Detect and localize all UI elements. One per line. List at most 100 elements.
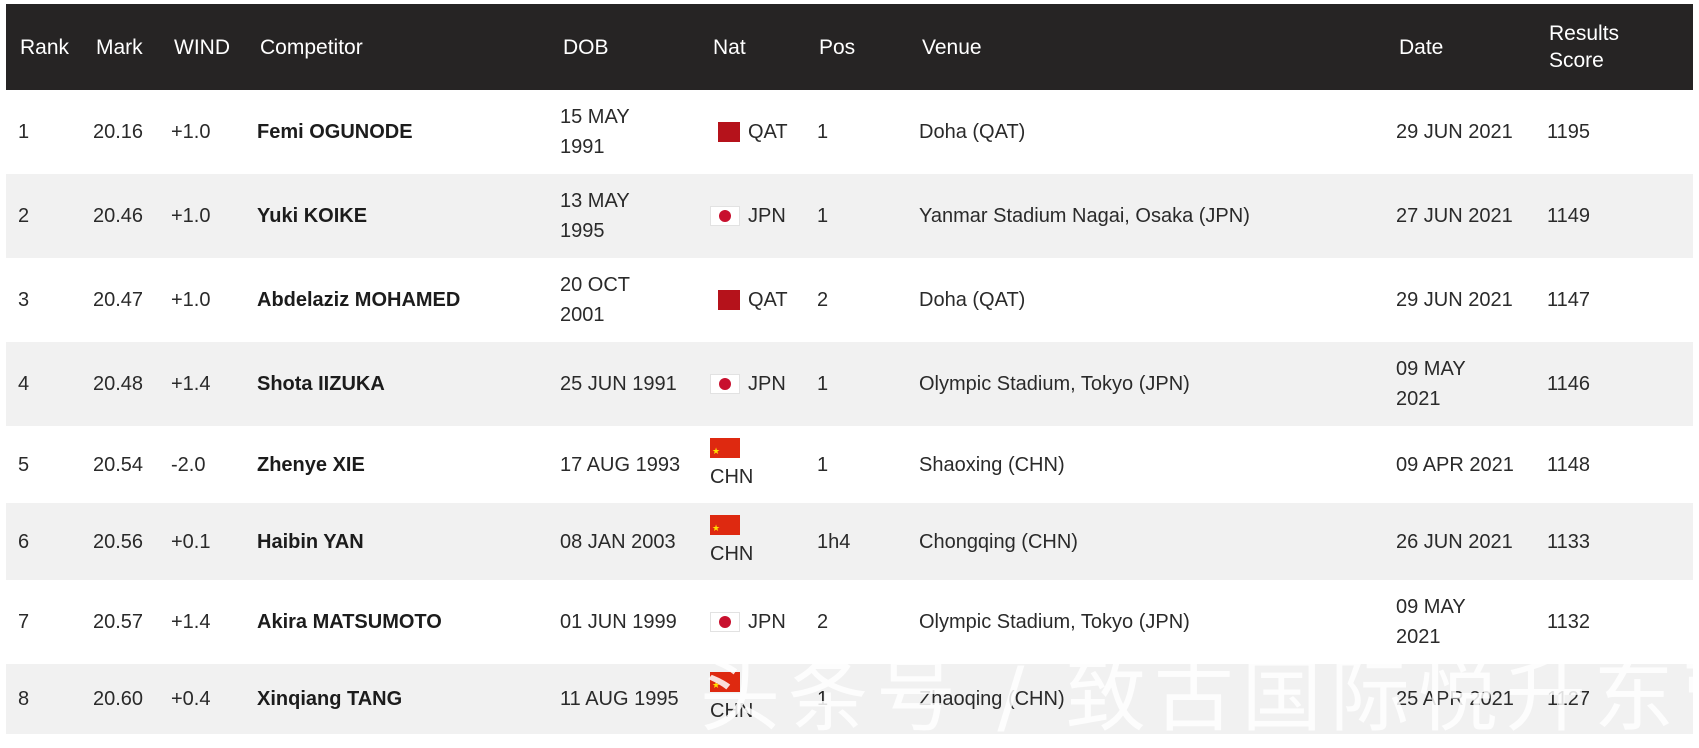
score-cell: 1195 xyxy=(1547,90,1590,174)
dob-line1: 20 OCT xyxy=(560,274,631,296)
header-pos-label: Pos xyxy=(819,35,856,59)
venue-cell: Doha (QAT) xyxy=(919,90,1025,174)
dob-cell: 13 MAY 1995 xyxy=(560,174,630,258)
pos-value: 1 xyxy=(817,373,829,395)
nat-cell: JPN xyxy=(710,174,786,258)
score-cell: 1127 xyxy=(1547,664,1590,734)
score-value: 1195 xyxy=(1547,121,1591,143)
mark-cell: 20.56 xyxy=(93,503,143,580)
header-nat[interactable]: Nat xyxy=(713,4,746,90)
venue-value: Olympic Stadium, Tokyo (JPN) xyxy=(919,611,1190,633)
pos-value: 1 xyxy=(817,688,829,710)
pos-cell: 1h4 xyxy=(817,503,850,580)
competitor-cell[interactable]: Shota IIZUKA xyxy=(257,342,385,426)
date-line1: 09 MAY xyxy=(1396,596,1466,618)
score-value: 1132 xyxy=(1547,611,1591,633)
header-results-score[interactable]: Results Score xyxy=(1549,4,1619,90)
header-competitor[interactable]: Competitor xyxy=(260,4,363,90)
date-value: 29 JUN 2021 xyxy=(1396,121,1513,143)
rank-cell: 4 xyxy=(18,342,29,426)
score-value: 1133 xyxy=(1547,530,1591,553)
competitor-name: Akira MATSUMOTO xyxy=(257,611,442,633)
table-body: 1 20.16 +1.0 Femi OGUNODE 15 MAY 1991 QAT 1 Doha… xyxy=(6,90,1693,734)
table-header: Rank Mark WIND Competitor DOB Nat Pos Ve… xyxy=(6,4,1693,90)
header-wind[interactable]: WIND xyxy=(174,4,230,90)
score-value: 1146 xyxy=(1547,373,1591,395)
score-cell: 1149 xyxy=(1547,174,1590,258)
chn-flag-icon xyxy=(710,436,740,466)
competitor-name: Haibin YAN xyxy=(257,530,364,553)
rank-cell: 5 xyxy=(18,426,29,503)
header-rank-label: Rank xyxy=(20,35,70,59)
wind-value: -2.0 xyxy=(171,453,206,476)
dob-cell: 25 JUN 1991 xyxy=(560,342,677,426)
nat-code: JPN xyxy=(748,373,786,395)
venue-cell: Yanmar Stadium Nagai, Osaka (JPN) xyxy=(919,174,1250,258)
pos-value: 1 xyxy=(817,205,829,227)
date-line1: 09 MAY xyxy=(1396,358,1466,380)
competitor-cell[interactable]: Yuki KOIKE xyxy=(257,174,367,258)
dob-line2: 2001 xyxy=(560,304,605,326)
table-row[interactable]: 7 20.57 +1.4 Akira MATSUMOTO 01 JUN 1999 JPN 2… xyxy=(6,580,1693,664)
competitor-cell[interactable]: Femi OGUNODE xyxy=(257,90,413,174)
competitor-cell[interactable]: Xinqiang TANG xyxy=(257,664,402,734)
wind-cell: -2.0 xyxy=(171,426,205,503)
competitor-name: Zhenye XIE xyxy=(257,453,365,476)
wind-value: +1.0 xyxy=(171,121,211,143)
venue-value: Shaoxing (CHN) xyxy=(919,453,1065,476)
wind-value: +0.1 xyxy=(171,530,211,553)
pos-value: 2 xyxy=(817,611,829,633)
venue-value: Doha (QAT) xyxy=(919,121,1026,143)
dob-line2: 1995 xyxy=(560,220,605,242)
dob-value: 01 JUN 1999 xyxy=(560,611,677,633)
rank-value: 5 xyxy=(18,453,30,476)
wind-cell: +1.0 xyxy=(171,174,210,258)
competitor-cell[interactable]: Haibin YAN xyxy=(257,503,364,580)
header-mark[interactable]: Mark xyxy=(96,4,143,90)
venue-cell: Olympic Stadium, Tokyo (JPN) xyxy=(919,580,1190,664)
rank-cell: 3 xyxy=(18,258,29,342)
dob-value: 25 JUN 1991 xyxy=(560,373,677,395)
dob-line2: 1991 xyxy=(560,136,605,158)
dob-cell: 15 MAY 1991 xyxy=(560,90,630,174)
date-line2: 2021 xyxy=(1396,626,1441,648)
pos-cell: 1 xyxy=(817,426,828,503)
qat-flag-icon xyxy=(710,290,740,310)
competitor-cell[interactable]: Abdelaziz MOHAMED xyxy=(257,258,460,342)
mark-cell: 20.48 xyxy=(93,342,143,426)
table-row[interactable]: 6 20.56 +0.1 Haibin YAN 08 JAN 2003 CHN 1h4 Cho… xyxy=(6,503,1693,580)
pos-cell: 1 xyxy=(817,342,828,426)
header-rank[interactable]: Rank xyxy=(20,4,69,90)
mark-cell: 20.54 xyxy=(93,426,143,503)
chn-flag-icon xyxy=(710,670,740,700)
venue-value: Zhaoqing (CHN) xyxy=(919,688,1065,710)
table-row[interactable]: 1 20.16 +1.0 Femi OGUNODE 15 MAY 1991 QAT 1 Doha… xyxy=(6,90,1693,174)
nat-cell: CHN xyxy=(710,426,753,503)
table-row[interactable]: 8 20.60 +0.4 Xinqiang TANG 11 AUG 1995 CHN 1 Zh… xyxy=(6,664,1693,734)
header-dob[interactable]: DOB xyxy=(563,4,609,90)
competitor-cell[interactable]: Akira MATSUMOTO xyxy=(257,580,442,664)
nat-cell: CHN xyxy=(710,664,753,734)
dob-cell: 17 AUG 1993 xyxy=(560,426,680,503)
table-row[interactable]: 3 20.47 +1.0 Abdelaziz MOHAMED 20 OCT 2001 QAT… xyxy=(6,258,1693,342)
table-row[interactable]: 2 20.46 +1.0 Yuki KOIKE 13 MAY 1995 JPN 1 Yanmar… xyxy=(6,174,1693,258)
wind-cell: +1.0 xyxy=(171,90,210,174)
competitor-cell[interactable]: Zhenye XIE xyxy=(257,426,365,503)
rank-value: 8 xyxy=(18,688,30,710)
venue-cell: Zhaoqing (CHN) xyxy=(919,664,1065,734)
header-pos[interactable]: Pos xyxy=(819,4,855,90)
mark-cell: 20.16 xyxy=(93,90,143,174)
score-cell: 1132 xyxy=(1547,580,1590,664)
rank-cell: 2 xyxy=(18,174,29,258)
header-venue[interactable]: Venue xyxy=(922,4,982,90)
pos-value: 1 xyxy=(817,453,829,476)
nat-cell: JPN xyxy=(710,342,786,426)
score-cell: 1133 xyxy=(1547,503,1590,580)
header-dob-label: DOB xyxy=(563,35,609,59)
table-row[interactable]: 5 20.54 -2.0 Zhenye XIE 17 AUG 1993 CHN 1 Shaox… xyxy=(6,426,1693,503)
date-value: 25 APR 2021 xyxy=(1396,688,1514,710)
wind-cell: +0.1 xyxy=(171,503,210,580)
chn-flag-icon xyxy=(710,513,740,543)
table-row[interactable]: 4 20.48 +1.4 Shota IIZUKA 25 JUN 1991 JPN 1 Oly… xyxy=(6,342,1693,426)
header-date[interactable]: Date xyxy=(1399,4,1443,90)
